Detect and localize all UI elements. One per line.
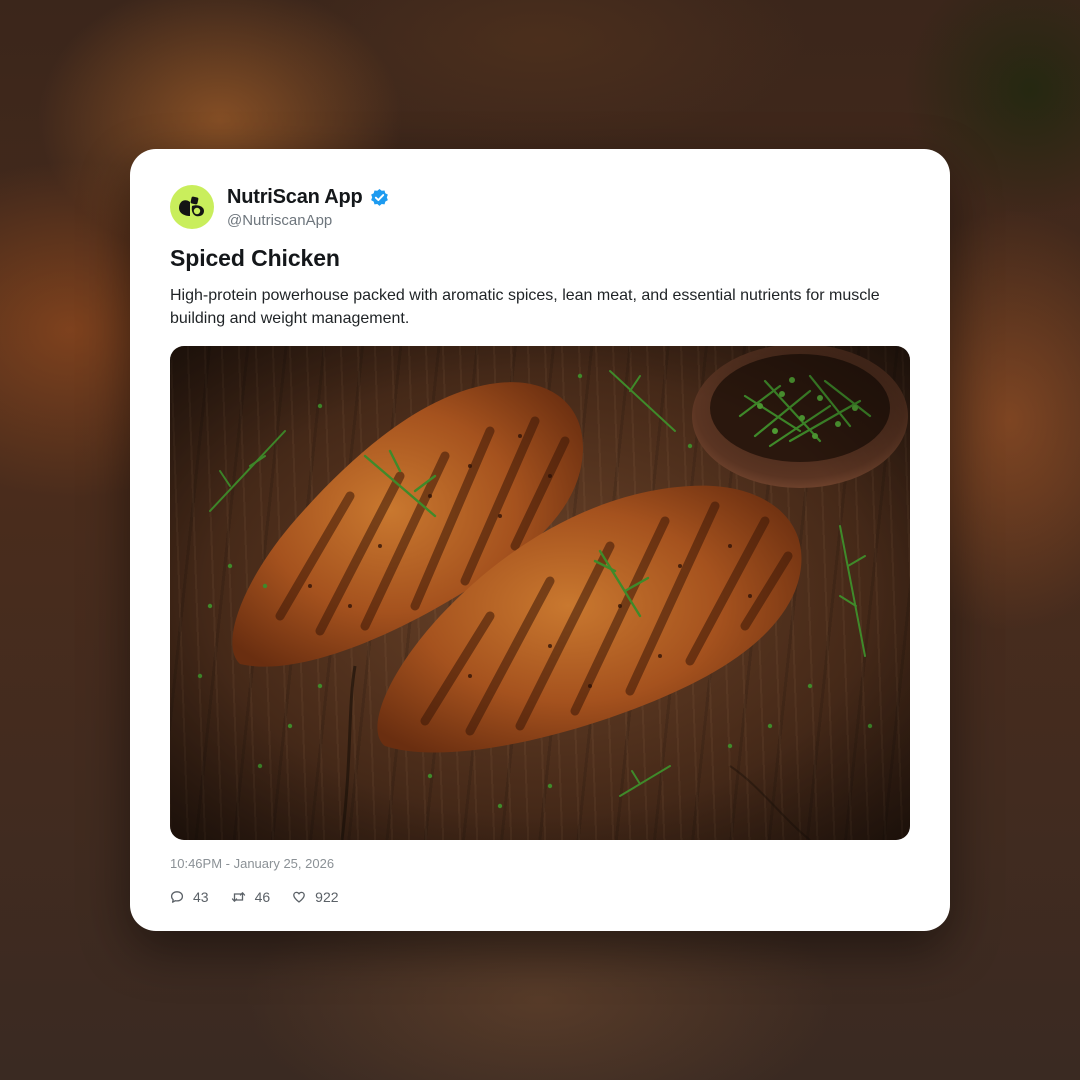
post-card: NutriScan App @NutriscanApp Spiced Chick… xyxy=(130,149,950,931)
repost-stat[interactable]: 46 xyxy=(231,889,271,905)
post-title: Spiced Chicken xyxy=(170,245,340,271)
like-count: 922 xyxy=(315,889,339,905)
author-name-row: NutriScan App xyxy=(227,186,389,210)
reply-stat[interactable]: 43 xyxy=(170,889,209,905)
post-timestamp: 10:46PM - January 25, 2026 xyxy=(170,856,335,871)
repost-icon xyxy=(231,892,245,902)
post-description: High-protein powerhouse packed with arom… xyxy=(170,287,880,327)
repost-count: 46 xyxy=(254,889,271,905)
reply-count: 43 xyxy=(193,889,209,905)
verified-badge-icon xyxy=(370,188,389,207)
post-header: NutriScan App @NutriscanApp xyxy=(170,183,910,231)
spiced-chicken-photo[interactable] xyxy=(170,346,910,840)
comment-icon xyxy=(170,891,184,903)
nutriscan-logo-icon xyxy=(179,196,204,217)
avatar[interactable] xyxy=(170,185,214,229)
author-handle[interactable]: @NutriscanApp xyxy=(227,212,389,229)
like-stat[interactable]: 922 xyxy=(292,889,339,905)
author-name[interactable]: NutriScan App xyxy=(227,186,363,209)
heart-icon xyxy=(293,891,306,903)
author-identity: NutriScan App @NutriscanApp xyxy=(227,186,389,229)
post-stats: 43 46 922 xyxy=(170,889,910,905)
chicken-illustration xyxy=(170,346,910,840)
